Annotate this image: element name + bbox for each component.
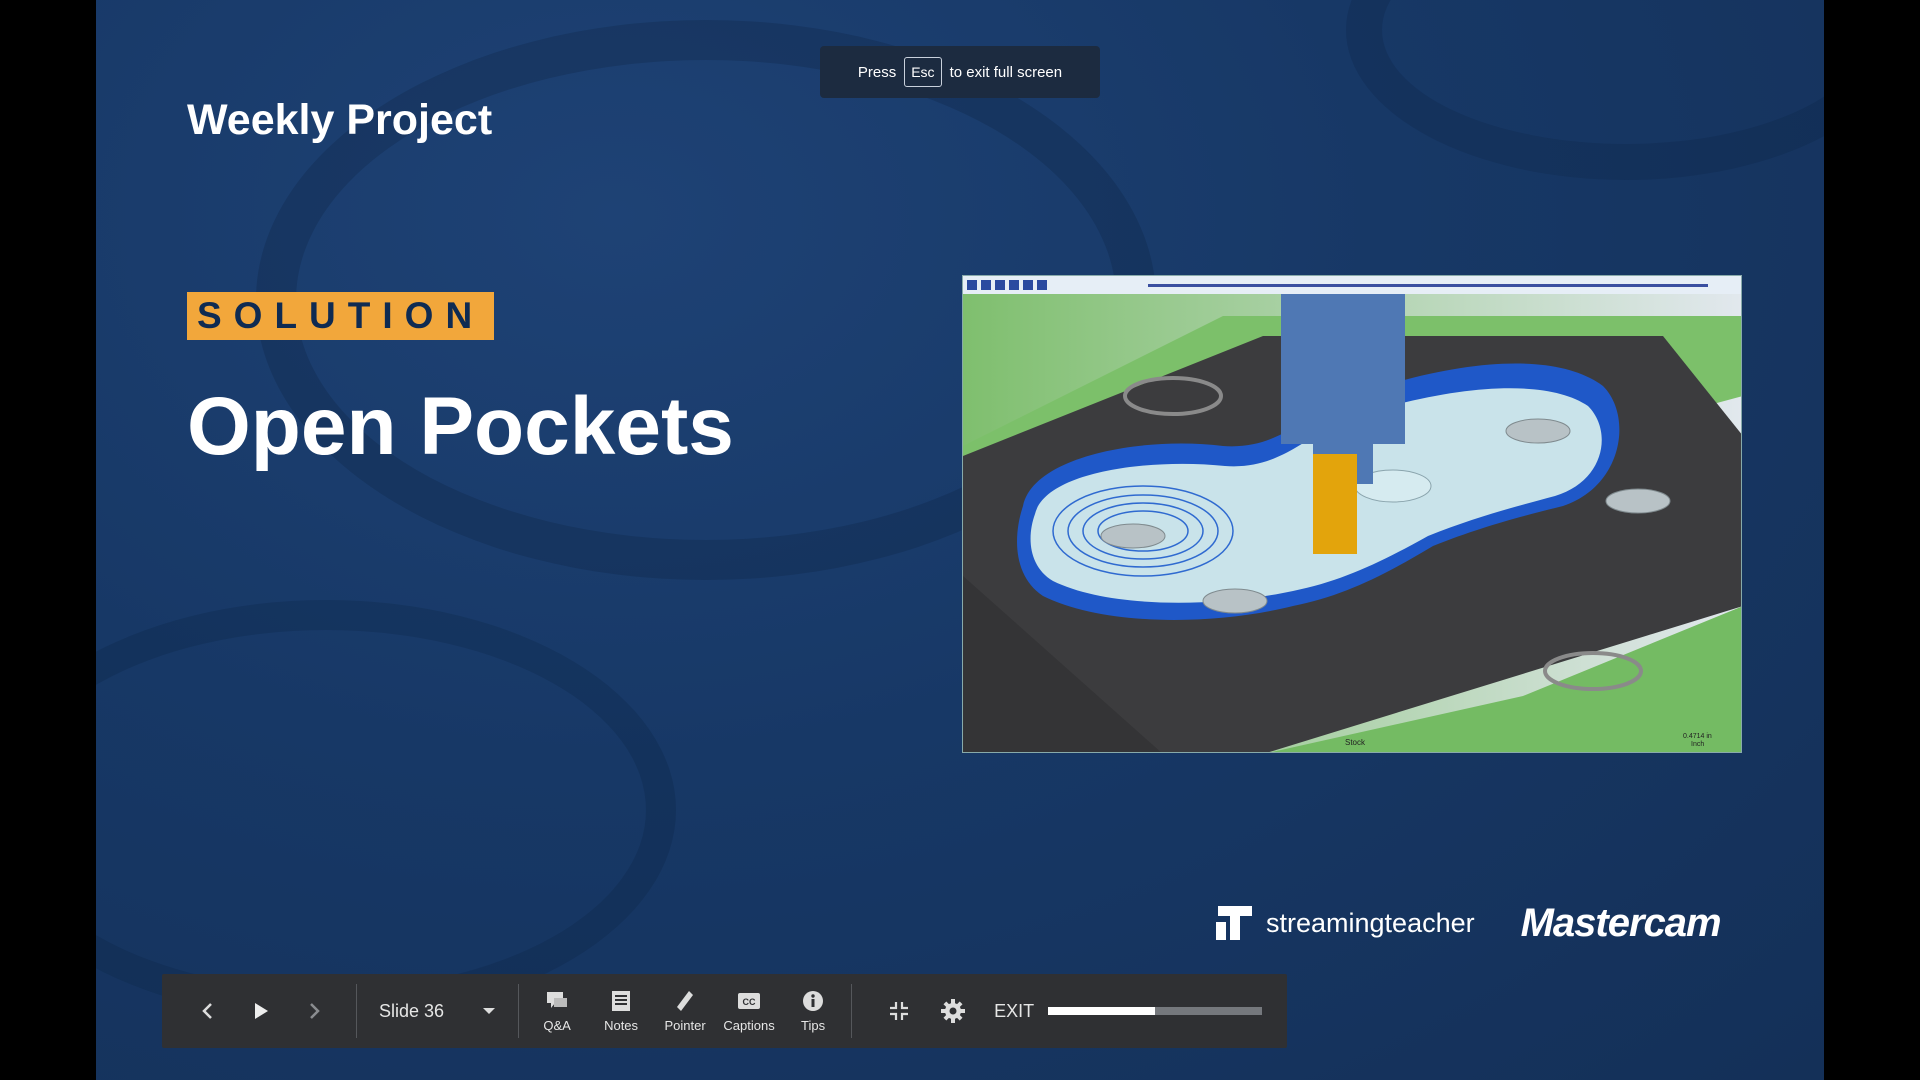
settings-button[interactable]	[926, 998, 980, 1024]
slide-selector[interactable]: Slide 36	[357, 1001, 518, 1022]
scale-label: 0.4714 in	[1683, 733, 1712, 740]
slide-label: Slide 36	[379, 1000, 445, 1021]
exit-button[interactable]: EXIT	[980, 1001, 1048, 1022]
exit-fullscreen-button[interactable]	[872, 1001, 926, 1021]
pointer-icon	[677, 990, 694, 1011]
sim-rewind-icon	[995, 280, 1005, 290]
simulation-render: Stock 0.4714 in Inch	[963, 276, 1741, 752]
esc-key: Esc	[904, 57, 942, 87]
qa-label: Q&A	[543, 1017, 571, 1033]
play-button[interactable]	[234, 1002, 288, 1020]
streamingteacher-wordmark: streamingteacher	[1266, 907, 1475, 938]
solution-badge: SOLUTION	[187, 292, 495, 340]
hint-text-after: to exit full screen	[949, 63, 1063, 81]
notes-label: Notes	[604, 1017, 639, 1033]
logo-row: streamingteacher Mastercam	[1212, 900, 1722, 946]
hint-text-before: Press	[857, 63, 897, 81]
previous-slide-button[interactable]	[180, 1002, 234, 1020]
info-icon	[803, 990, 824, 1011]
qa-button[interactable]: Q&A	[525, 990, 589, 1033]
collapse-icon	[890, 1002, 909, 1020]
chevron-right-icon	[310, 1003, 320, 1019]
mastercam-logo: Mastercam	[1520, 900, 1722, 945]
simulation-timeline	[1148, 284, 1708, 287]
simulation-controls	[963, 276, 1741, 294]
background-decoration	[1346, 0, 1824, 180]
tips-label: Tips	[801, 1017, 826, 1033]
streamingteacher-mark-icon	[1216, 906, 1252, 940]
svg-text:CC: CC	[743, 997, 756, 1007]
unit-label: Inch	[1691, 741, 1704, 748]
captions-button[interactable]: CC Captions	[717, 990, 781, 1033]
sim-stop-icon	[981, 280, 991, 290]
slide-title: Open Pockets	[187, 381, 734, 472]
fullscreen-exit-hint: Press Esc to exit full screen	[820, 46, 1100, 98]
gear-icon	[941, 999, 966, 1023]
sim-fast-forward-icon	[1037, 280, 1047, 290]
sim-step-forward-icon	[1023, 280, 1033, 290]
sim-step-back-icon	[1009, 280, 1019, 290]
background-decoration	[96, 600, 676, 1020]
slide-heading: Weekly Project	[187, 96, 493, 144]
slide-progress-bar[interactable]	[1048, 1007, 1263, 1015]
next-slide-button[interactable]	[288, 1002, 342, 1020]
machining-simulation-image: Stock 0.4714 in Inch	[962, 275, 1742, 753]
pointer-button[interactable]: Pointer	[653, 990, 717, 1033]
slide-progress-fill	[1048, 1007, 1156, 1015]
chevron-down-icon	[483, 1008, 496, 1014]
tips-button[interactable]: Tips	[781, 990, 845, 1033]
captions-icon: CC	[738, 992, 761, 1009]
streamingteacher-logo: streamingteacher	[1212, 900, 1475, 946]
chevron-left-icon	[202, 1003, 212, 1019]
sim-play-icon	[967, 280, 977, 290]
player-toolbar: Slide 36 Q&A Notes Pointer CC Captions T…	[162, 974, 1287, 1048]
notes-button[interactable]: Notes	[589, 990, 653, 1033]
play-icon	[255, 1003, 268, 1019]
stock-label: Stock	[1345, 738, 1366, 747]
notes-icon	[612, 990, 631, 1011]
captions-label: Captions	[723, 1017, 775, 1033]
pointer-label: Pointer	[664, 1017, 706, 1033]
chat-icon	[547, 991, 568, 1008]
